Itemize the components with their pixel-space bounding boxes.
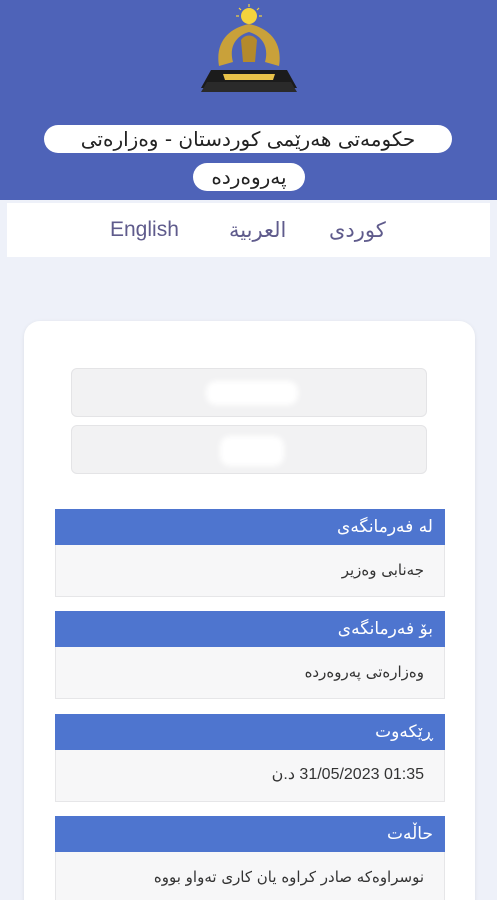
redacted-field [71, 425, 427, 474]
date-value: 01:35 31/05/2023 د.ن [55, 750, 445, 802]
from-department-header: لە فەرمانگەی [55, 509, 445, 545]
from-department-value: جەنابی وەزیر [55, 545, 445, 597]
redacted-field [71, 368, 427, 417]
lang-english-link[interactable]: English [110, 216, 179, 244]
kurdistan-emblem-icon [201, 4, 297, 92]
to-department-value: وەزارەتی پەروەردە [55, 647, 445, 699]
status-header: حاڵەت [55, 816, 445, 852]
lang-kurdish-link[interactable]: کوردی [329, 216, 386, 244]
page-title: حکومەتی هەرێمی کوردستان - وەزارەتی [44, 125, 452, 153]
document-card: لە فەرمانگەی جەنابی وەزیر بۆ فەرمانگەی و… [24, 321, 475, 900]
status-value: نوسراوەکە صادر کراوە یان کاری تەواو بووە [55, 852, 445, 900]
date-header: ڕێکەوت [55, 714, 445, 750]
app-header: حکومەتی هەرێمی کوردستان - وەزارەتی پەروە… [0, 0, 497, 200]
to-department-header: بۆ فەرمانگەی [55, 611, 445, 647]
page-title-line2: پەروەردە [193, 163, 305, 191]
language-selector: English العربية کوردی [7, 203, 490, 257]
lang-arabic-link[interactable]: العربية [229, 216, 286, 244]
